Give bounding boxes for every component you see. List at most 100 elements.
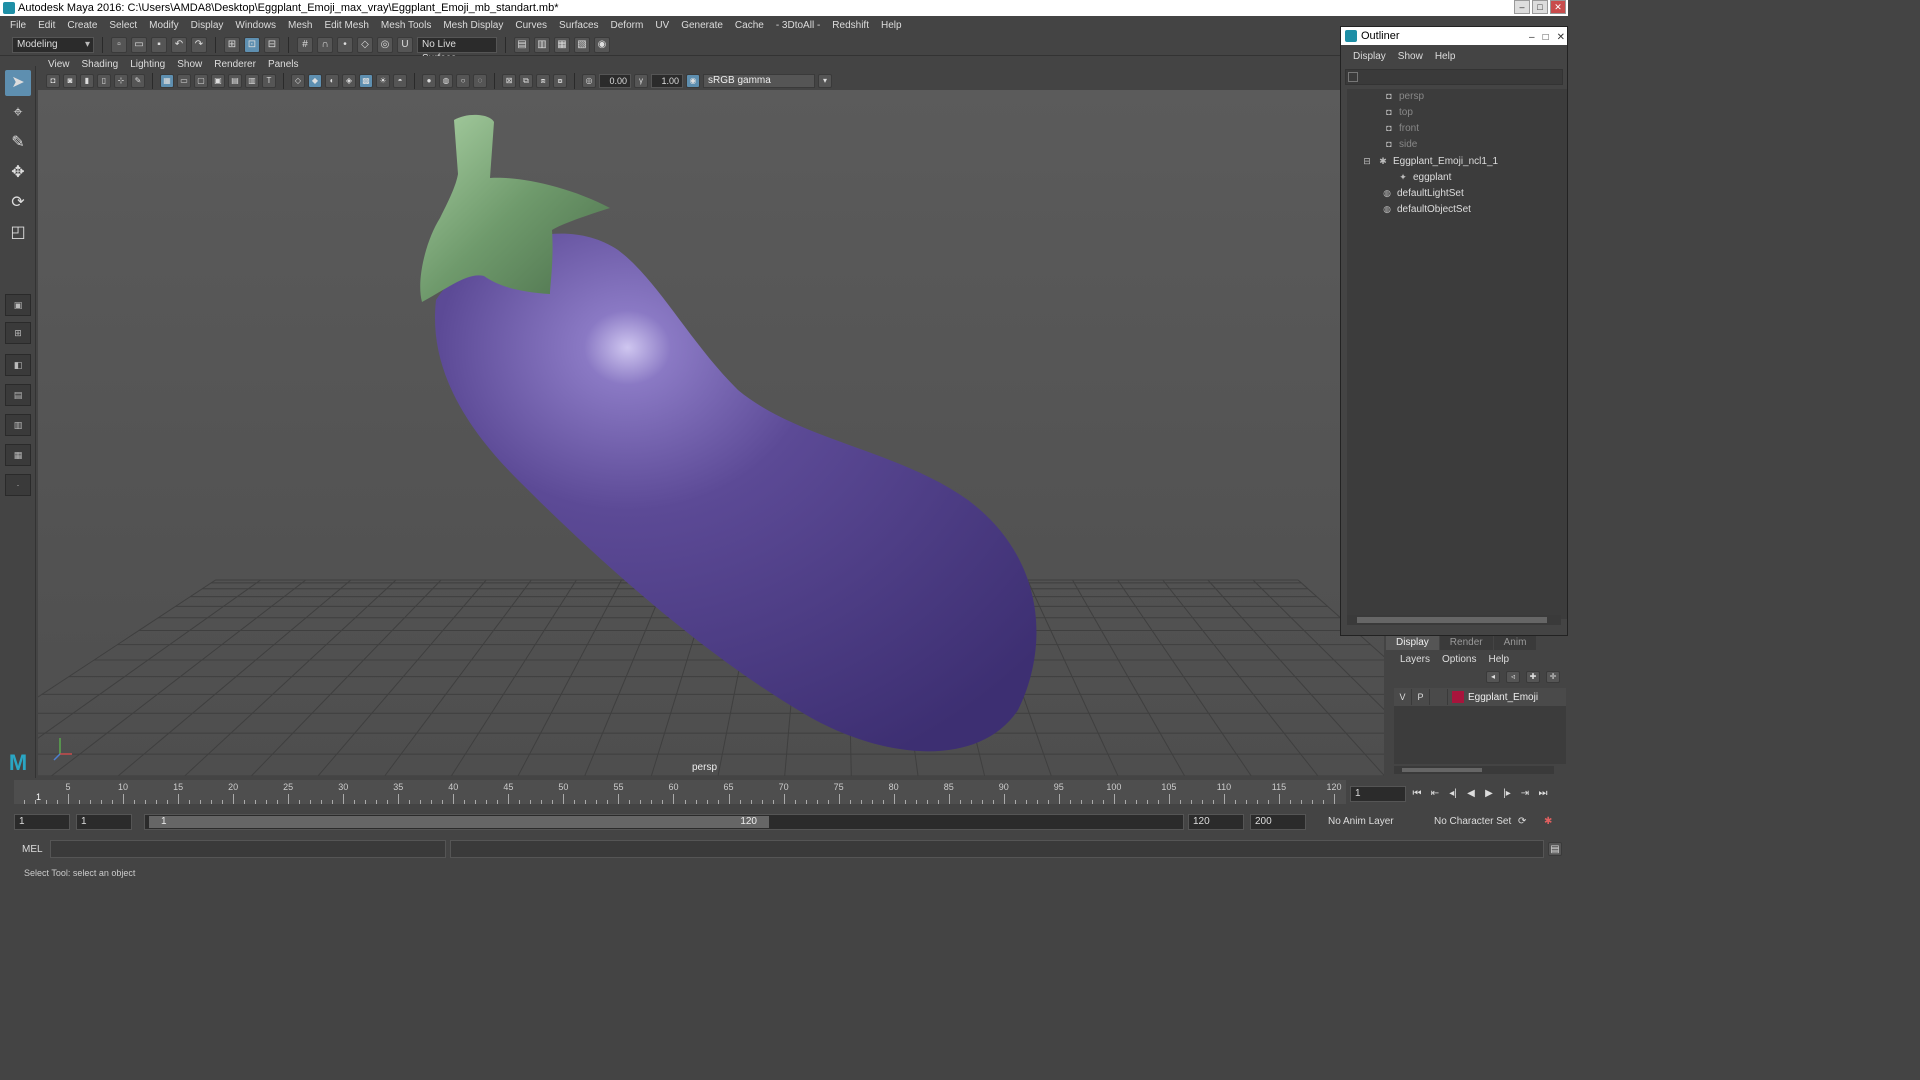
anim-layer-dropdown[interactable]: No Anim Layer [1328,814,1394,830]
go-to-start-icon[interactable]: ⏮ [1410,786,1424,802]
menu-generate[interactable]: Generate [675,20,729,31]
menu-edit[interactable]: Edit [32,20,61,31]
live-surface-field[interactable]: No Live Surface [417,36,497,64]
menu-surfaces[interactable]: Surfaces [553,20,604,31]
tab-anim[interactable]: Anim [1493,636,1537,650]
menu-help[interactable]: Help [875,20,908,31]
camera-attributes-icon[interactable]: ◙ [63,74,77,88]
menuset-dropdown[interactable]: Modeling [12,36,94,53]
menu-display[interactable]: Display [185,20,230,31]
textured-icon[interactable]: ▩ [359,74,373,88]
menu-modify[interactable]: Modify [143,20,184,31]
exposure-icon[interactable]: ◎ [582,74,596,88]
list-item[interactable]: ◍ defaultObjectSet [1381,202,1471,218]
tab-display[interactable]: Display [1386,636,1439,650]
use-all-lights-icon[interactable]: ☀ [376,74,390,88]
layer-row[interactable]: V P Eggplant_Emoji [1394,688,1566,706]
screen-space-ao-icon[interactable]: ● [422,74,436,88]
outliner-menu-display[interactable]: Display [1347,51,1392,62]
step-forward-key-icon[interactable]: ⇥ [1518,786,1532,802]
xray-joints-icon[interactable]: ⧈ [536,74,550,88]
list-item[interactable]: ◍ defaultLightSet [1381,186,1464,202]
step-forward-frame-icon[interactable]: |▸ [1500,786,1514,802]
new-layer-from-selected-icon[interactable]: ✛ [1546,671,1560,683]
layer-display-type-toggle[interactable] [1430,689,1448,705]
outliner-filter-field[interactable] [1345,69,1563,85]
outliner-horizontal-scrollbar[interactable] [1347,615,1561,625]
layer-visibility-toggle[interactable]: V [1394,689,1412,705]
current-frame-marker[interactable]: 1 [36,792,41,802]
gate-mask-icon[interactable]: ▣ [211,74,225,88]
shade-options-icon[interactable]: ◐ [325,74,339,88]
menu-mesh-display[interactable]: Mesh Display [437,20,509,31]
command-input[interactable] [50,840,446,858]
play-backwards-icon[interactable]: ◀ [1464,786,1478,802]
new-layer-icon[interactable]: ✚ [1526,671,1540,683]
select-component-icon[interactable]: ⊟ [264,36,280,53]
menu-curves[interactable]: Curves [509,20,553,31]
safe-title-icon[interactable]: T [262,74,276,88]
layer-horizontal-scrollbar[interactable] [1394,766,1554,774]
list-item[interactable]: ◘ persp [1383,89,1424,105]
panel-menu-view[interactable]: View [42,59,76,70]
current-frame-field[interactable]: 1 [1350,786,1406,802]
menu-mesh[interactable]: Mesh [282,20,318,31]
menu-uv[interactable]: UV [649,20,675,31]
shadows-icon[interactable]: ◓ [393,74,407,88]
scrollbar-thumb[interactable] [1357,617,1547,623]
menu-create[interactable]: Create [61,20,103,31]
script-editor-icon[interactable]: ▤ [1548,842,1562,856]
outliner-menu-help[interactable]: Help [1429,51,1462,62]
ipr-render-icon[interactable]: ▦ [554,36,570,53]
list-item[interactable]: ◘ front [1383,121,1419,137]
grid-toggle-icon[interactable]: ▦ [160,74,174,88]
menu-3dtoall[interactable]: - 3DtoAll - [770,20,826,31]
layer-playback-toggle[interactable]: P [1412,689,1430,705]
paint-select-icon[interactable]: ✎ [5,130,31,156]
redo-icon[interactable]: ↷ [191,36,207,53]
menu-deform[interactable]: Deform [605,20,650,31]
snap-grid-icon[interactable]: # [297,36,313,53]
menu-windows[interactable]: Windows [229,20,282,31]
scrollbar-thumb[interactable] [1402,768,1482,772]
film-gate-icon[interactable]: ▭ [177,74,191,88]
menu-redshift[interactable]: Redshift [826,20,875,31]
undo-icon[interactable]: ↶ [171,36,187,53]
render-view-icon[interactable]: ▧ [574,36,590,53]
single-pane-layout-icon[interactable]: ▣ [5,294,31,316]
command-language-label[interactable]: MEL [22,844,43,855]
list-item[interactable]: ⊟ ✱ Eggplant_Emoji_ncl1_1 [1361,154,1498,170]
persp-hypershade-layout-icon[interactable]: ▦ [5,444,31,466]
animation-preferences-icon[interactable]: ✱ [1544,814,1552,830]
panel-menu-lighting[interactable]: Lighting [124,59,171,70]
viewport-persp[interactable]: persp [38,90,1384,776]
depth-of-field-icon[interactable]: ◌ [473,74,487,88]
open-scene-icon[interactable]: ▭ [131,36,147,53]
gamma-icon[interactable]: γ [634,74,648,88]
list-item[interactable]: ✦ eggplant [1397,170,1451,186]
select-tool-icon[interactable]: ➤ [5,70,31,96]
panel-menu-show[interactable]: Show [171,59,208,70]
xray-icon[interactable]: ⧉ [519,74,533,88]
field-chart-icon[interactable]: ▤ [228,74,242,88]
lasso-tool-icon[interactable]: ⌖ [5,100,31,126]
select-hierarchy-icon[interactable]: ⊞ [224,36,240,53]
outliner-maximize-button[interactable]: □ [1543,29,1549,47]
animation-end-field[interactable]: 200 [1250,814,1306,830]
exposure-field[interactable]: 0.00 [599,74,631,88]
outliner-close-button[interactable]: ✕ [1557,29,1565,47]
step-back-frame-icon[interactable]: ◂| [1446,786,1460,802]
playback-end-field[interactable]: 120 [1188,814,1244,830]
animation-start-field[interactable]: 1 [14,814,70,830]
anti-aliasing-icon[interactable]: ○ [456,74,470,88]
outliner-menu-show[interactable]: Show [1392,51,1429,62]
menu-mesh-tools[interactable]: Mesh Tools [375,20,437,31]
eggplant-mesh[interactable] [420,114,1037,752]
move-layer-down-icon[interactable]: ◃ [1506,671,1520,683]
range-thumb[interactable]: 1 120 [149,816,769,828]
render-frame-icon[interactable]: ▥ [534,36,550,53]
time-slider-track[interactable]: 1 5 10 15 20 25 30 35 40 45 50 55 60 65 70 75 80 85 90 95 1… [14,780,1346,804]
more-layouts-icon[interactable]: · [5,474,31,496]
playback-start-field[interactable]: 1 [76,814,132,830]
go-to-end-icon[interactable]: ⏭ [1536,786,1550,802]
